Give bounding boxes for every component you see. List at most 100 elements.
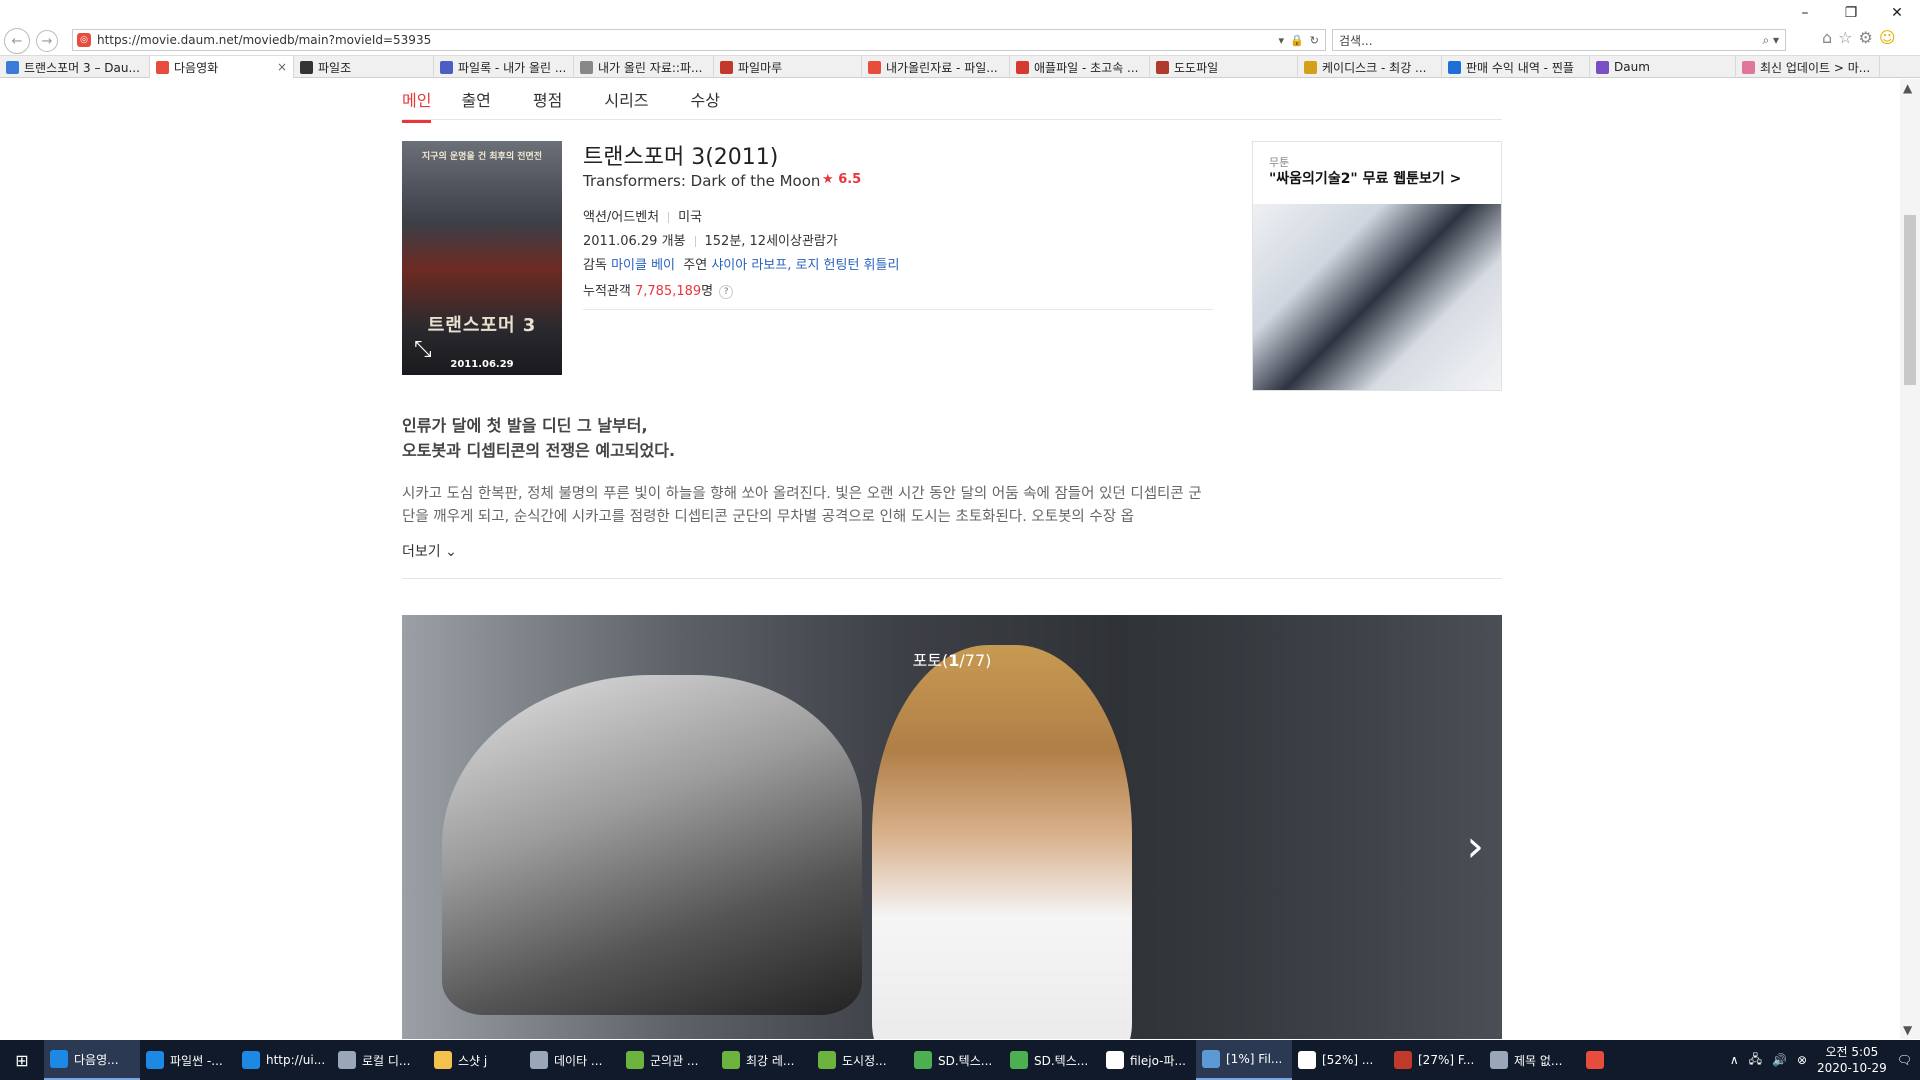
search-input[interactable]: 검색... ⌕ ▾ xyxy=(1332,29,1786,51)
taskbar-app[interactable]: [52%] ... xyxy=(1292,1040,1388,1080)
window-controls: – ❐ ✕ xyxy=(1782,0,1920,26)
browser-tab[interactable]: 파일마루 xyxy=(714,56,862,78)
taskbar-app[interactable]: 파일썬 -... xyxy=(140,1040,236,1080)
director-link[interactable]: 마이클 베이 xyxy=(611,258,675,273)
taskbar-app[interactable]: 최강 레... xyxy=(716,1040,812,1080)
lock-icon[interactable]: 🔒 xyxy=(1290,34,1304,47)
taskbar-app[interactable]: SD.텍스... xyxy=(908,1040,1004,1080)
notification-icon[interactable]: 🗨 xyxy=(1897,1053,1912,1067)
rating: ★ 6.5 xyxy=(822,172,861,187)
clock-time: 오전 5:05 xyxy=(1825,1045,1879,1059)
browser-tab[interactable]: 판매 수익 내역 - 찐플 xyxy=(1442,56,1590,78)
photo-counter-prefix: 포토( xyxy=(912,651,949,670)
tab-label: 내가올린자료 - 파일... xyxy=(886,60,998,75)
taskbar-app[interactable]: 제목 없... xyxy=(1484,1040,1580,1080)
photo-current: 1 xyxy=(948,651,960,670)
taskbar-app[interactable]: 로컬 디... xyxy=(332,1040,428,1080)
help-icon[interactable]: ? xyxy=(719,284,734,299)
scroll-down-icon[interactable]: ▼ xyxy=(1903,1023,1912,1037)
menu-tab-4[interactable]: 수상 xyxy=(691,89,742,123)
tab-favicon-icon xyxy=(1448,60,1461,74)
app-icon xyxy=(434,1051,452,1069)
country: 미국 xyxy=(678,210,703,225)
chevron-down-icon: ⌄ xyxy=(445,544,457,560)
taskbar-app[interactable]: 도시정... xyxy=(812,1040,908,1080)
cast-label: 주연 xyxy=(683,258,708,273)
genre-row: 액션/어드벤처 미국 xyxy=(583,206,702,225)
next-photo-arrow-icon[interactable]: › xyxy=(1466,825,1484,869)
browser-tab[interactable]: Daum xyxy=(1590,56,1736,78)
release-date: 2011.06.29 개봉 xyxy=(583,234,686,249)
ad-headline[interactable]: "싸움의기술2" 무료 웹툰보기 > xyxy=(1269,168,1461,188)
taskbar-app[interactable]: 데이타 ... xyxy=(524,1040,620,1080)
photo-gallery[interactable]: 포토(1/77) › xyxy=(402,615,1502,1039)
menu-tab-3[interactable]: 시리즈 xyxy=(604,89,670,123)
tray-chevron-icon[interactable]: ∧ xyxy=(1730,1053,1739,1067)
menu-tab-0[interactable]: 메인 xyxy=(402,89,432,123)
settings-gear-icon[interactable]: ⚙ xyxy=(1859,28,1873,47)
browser-tab[interactable]: 파일조 xyxy=(294,56,434,78)
movie-poster[interactable]: 지구의 운명을 건 최후의 전면전 트랜스포머 3 2011.06.29 ⤡ xyxy=(402,141,562,375)
browser-tab[interactable]: 내가 올린 자료::파... xyxy=(574,56,714,78)
volume-icon[interactable]: 🔊 xyxy=(1772,1053,1787,1067)
photo-counter: 포토(1/77) xyxy=(402,647,1502,671)
tab-favicon-icon xyxy=(440,60,453,74)
favorites-star-icon[interactable]: ☆ xyxy=(1838,28,1852,47)
maximize-button[interactable]: ❐ xyxy=(1828,0,1874,26)
tab-label: 다음영화 xyxy=(174,60,219,75)
taskbar-app[interactable]: [27%] F... xyxy=(1388,1040,1484,1080)
more-button[interactable]: 더보기 ⌄ xyxy=(402,541,457,561)
photo-total: /77) xyxy=(959,651,992,670)
ad-image[interactable] xyxy=(1253,204,1501,390)
taskbar-app[interactable]: SD.텍스... xyxy=(1004,1040,1100,1080)
close-button[interactable]: ✕ xyxy=(1874,0,1920,26)
home-icon[interactable]: ⌂ xyxy=(1822,28,1832,47)
app-icon xyxy=(50,1050,68,1068)
dropdown-icon[interactable]: ▾ xyxy=(1279,34,1285,47)
menu-tab-1[interactable]: 출연 xyxy=(461,89,512,123)
tab-label: 애플파일 - 초고속 ... xyxy=(1034,60,1139,75)
menu-tab-2[interactable]: 평점 xyxy=(533,89,584,123)
refresh-icon[interactable]: ↻ xyxy=(1310,34,1319,47)
scrollbar-thumb[interactable] xyxy=(1904,215,1916,385)
browser-tab[interactable]: 다음영화 × xyxy=(150,56,294,78)
taskbar-app[interactable]: http://ui... xyxy=(236,1040,332,1080)
taskbar-app[interactable]: 군의관 ... xyxy=(620,1040,716,1080)
movie-title: 트랜스포머 3(2011) xyxy=(583,145,779,170)
address-bar[interactable]: ◎ https://movie.daum.net/moviedb/main?mo… xyxy=(72,29,1326,51)
taskbar-app[interactable]: filejo-파... xyxy=(1100,1040,1196,1080)
app-icon xyxy=(338,1051,356,1069)
browser-tab[interactable]: 파일록 - 내가 올린 ... xyxy=(434,56,574,78)
forward-arrow-icon[interactable]: → xyxy=(36,30,58,52)
webtoon-ad[interactable]: 무툰 "싸움의기술2" 무료 웹툰보기 > xyxy=(1252,141,1502,391)
taskbar-app[interactable]: [1%] Fil... xyxy=(1196,1040,1292,1080)
clock[interactable]: 오전 5:05 2020-10-29 xyxy=(1817,1044,1887,1076)
browser-tab[interactable]: 트랜스포머 3 – Dau... xyxy=(0,56,150,78)
taskbar-app[interactable]: 스샷 j xyxy=(428,1040,524,1080)
genre: 액션/어드벤처 xyxy=(583,210,660,225)
feedback-smiley-icon[interactable]: ☺ xyxy=(1879,28,1896,47)
search-icon[interactable]: ⌕ ▾ xyxy=(1762,33,1785,48)
browser-tab[interactable]: 애플파일 - 초고속 ... xyxy=(1010,56,1150,78)
browser-tab[interactable]: 케이디스크 - 최강 ... xyxy=(1298,56,1442,78)
poster-top-text: 지구의 운명을 건 최후의 전면전 xyxy=(421,152,543,162)
taskbar-app[interactable] xyxy=(1580,1040,1624,1080)
expand-icon[interactable]: ⤡ xyxy=(414,337,432,362)
ime-icon[interactable]: ⊗ xyxy=(1797,1053,1807,1067)
url-text: https://movie.daum.net/moviedb/main?movi… xyxy=(97,33,432,47)
tab-label: 도도파일 xyxy=(1174,60,1219,75)
browser-tab[interactable]: 도도파일 xyxy=(1150,56,1298,78)
scroll-up-icon[interactable]: ▲ xyxy=(1903,81,1912,95)
taskbar-app[interactable]: 다음영... xyxy=(44,1040,140,1080)
back-arrow-icon[interactable]: ← xyxy=(4,28,30,54)
browser-tab[interactable]: 내가올린자료 - 파일... xyxy=(862,56,1010,78)
director-label: 감독 xyxy=(583,258,607,273)
windows-start-icon[interactable]: ⊞ xyxy=(0,1040,44,1080)
cast-link[interactable]: 샤이아 라보프, 로지 헌팅턴 휘틀리 xyxy=(711,258,899,273)
page-scrollbar[interactable]: ▲ ▼ xyxy=(1900,79,1920,1039)
minimize-button[interactable]: – xyxy=(1782,0,1828,26)
tagline-line-2: 오토봇과 디셉티콘의 전쟁은 예고되었다. xyxy=(402,441,676,460)
network-icon[interactable]: 🖧 xyxy=(1749,1050,1762,1071)
browser-tab[interactable]: 최신 업데이트 > 마... xyxy=(1736,56,1880,78)
tab-close-icon[interactable]: × xyxy=(277,60,287,74)
